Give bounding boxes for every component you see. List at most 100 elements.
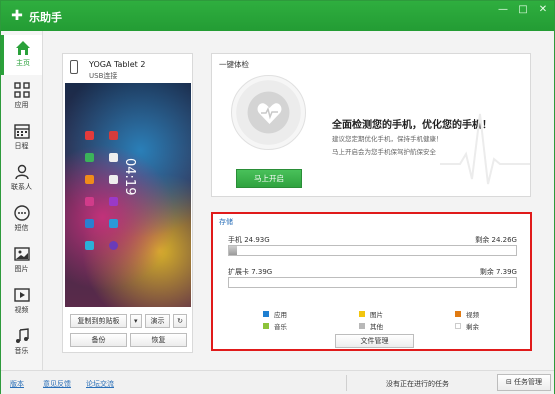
legend-item: 图片 — [359, 309, 383, 319]
storage-panel: 存储 手机 24.93G 剩余 24.26G 扩展卡 7.39G 剩余 7.39… — [211, 212, 532, 351]
legend-swatch — [263, 323, 269, 329]
device-backup-row: 备份 恢复 — [70, 333, 187, 347]
divider — [346, 375, 347, 391]
connection-status: USB连接 — [89, 72, 118, 80]
task-icon: ⊟ — [505, 378, 515, 386]
app-icon — [109, 197, 118, 206]
legend-swatch — [455, 323, 461, 329]
apps-grid-icon — [13, 82, 30, 98]
forum-link[interactable]: 论坛交流 — [86, 379, 114, 389]
refresh-button[interactable]: ↻ — [173, 314, 187, 328]
legend-swatch — [263, 311, 269, 317]
task-status: 没有正在进行的任务 — [386, 380, 449, 388]
copy-to-clipboard-button[interactable]: 复制到剪贴板 — [70, 314, 127, 328]
phone-storage-remaining: 剩余 24.26G — [475, 236, 517, 244]
health-check-panel: 一键体检 马上开启 全面检测您的手机，优化您的手机！ 建议您定期优化手机，保持手… — [211, 53, 531, 197]
bottom-bar: 版本 意见反馈 论坛交流 没有正在进行的任务 ⊟ 任务管理 — [1, 370, 554, 394]
device-name: YOGA Tablet 2 — [89, 60, 146, 69]
start-check-button[interactable]: 马上开启 — [236, 169, 302, 188]
backup-button[interactable]: 备份 — [70, 333, 127, 347]
task-manager-label: 任务管理 — [514, 378, 543, 386]
sidebar-item-label: 联系人 — [11, 183, 32, 191]
app-icon — [85, 175, 94, 184]
sidebar-item-home[interactable]: 主页 — [1, 35, 42, 75]
health-check-title: 一键体检 — [219, 60, 249, 69]
sms-bubble-icon — [13, 205, 30, 221]
sidebar-item-label: 短信 — [14, 224, 29, 232]
legend-item: 视频 — [455, 309, 479, 319]
app-icon — [85, 153, 94, 162]
feedback-link[interactable]: 意见反馈 — [43, 379, 71, 389]
ecg-decoration — [440, 113, 530, 185]
device-screen-preview[interactable]: 04:19 — [65, 83, 191, 307]
health-check-tip: 马上开启会为您手机保驾护航保安全 — [332, 148, 436, 156]
app-icon — [109, 219, 118, 228]
phone-icon — [70, 60, 78, 74]
sidebar: 主页 应用 日程 联系人 短信 图片 视频 音乐 — [1, 31, 43, 370]
task-manager-button[interactable]: ⊟ 任务管理 — [497, 374, 551, 391]
minimize-button[interactable]: — — [498, 5, 508, 15]
calendar-icon — [13, 124, 30, 139]
app-icon — [85, 219, 94, 228]
app-icon — [109, 175, 118, 184]
contact-icon — [14, 164, 29, 180]
phone-storage-label: 手机 24.93G — [228, 236, 270, 244]
sidebar-item-music[interactable]: 音乐 — [1, 323, 42, 363]
close-button[interactable]: ✕ — [538, 5, 548, 15]
app-icon — [109, 241, 118, 250]
picture-icon — [13, 247, 30, 261]
maximize-button[interactable]: □ — [518, 5, 528, 15]
heart-pulse-icon — [257, 103, 282, 124]
sidebar-item-contacts[interactable]: 联系人 — [1, 159, 42, 199]
sidebar-item-video[interactable]: 视频 — [1, 282, 42, 322]
legend-swatch — [359, 311, 365, 317]
health-ring — [231, 75, 306, 150]
legend-item: 其他 — [359, 321, 383, 331]
sidebar-item-calendar[interactable]: 日程 — [1, 118, 42, 158]
health-check-tip: 建议您定期优化手机，保持手机健康！ — [332, 135, 443, 143]
legend-label: 其他 — [370, 323, 383, 331]
app-icon — [85, 131, 94, 140]
demo-button[interactable]: 演示 — [144, 314, 171, 328]
app-window: ✚ 乐助手 — □ ✕ 主页 应用 日程 联系人 短信 图片 视频 音乐 YOG… — [0, 0, 555, 394]
phone-storage-fill — [229, 246, 237, 255]
sidebar-item-apps[interactable]: 应用 — [1, 77, 42, 117]
sidebar-item-label: 主页 — [16, 59, 30, 67]
legend-label: 视频 — [466, 311, 479, 319]
sidebar-item-label: 视频 — [14, 306, 29, 314]
sidebar-item-label: 日程 — [14, 142, 29, 150]
legend-label: 剩余 — [466, 323, 479, 331]
storage-title: 存储 — [219, 218, 233, 226]
app-title: 乐助手 — [29, 11, 62, 24]
legend-label: 应用 — [274, 311, 287, 319]
sdcard-storage-remaining: 剩余 7.39G — [479, 268, 517, 276]
copy-dropdown-button[interactable]: ▾ — [129, 314, 142, 328]
app-icon — [109, 131, 118, 140]
sdcard-storage-label: 扩展卡 7.39G — [228, 268, 273, 276]
legend-item: 应用 — [263, 309, 287, 319]
restore-button[interactable]: 恢复 — [130, 333, 187, 347]
sidebar-item-label: 应用 — [14, 101, 29, 109]
legend-label: 图片 — [370, 311, 383, 319]
home-icon — [16, 41, 30, 55]
device-action-row: 复制到剪贴板 ▾ 演示 ↻ — [70, 314, 187, 328]
video-icon — [13, 288, 30, 302]
sidebar-item-sms[interactable]: 短信 — [1, 200, 42, 240]
legend-label: 音乐 — [274, 323, 287, 331]
window-controls: — □ ✕ — [498, 5, 548, 15]
legend-swatch — [455, 311, 461, 317]
phone-storage-bar — [228, 245, 517, 256]
music-note-icon — [15, 328, 29, 343]
file-manager-button[interactable]: 文件管理 — [335, 334, 414, 348]
app-icon — [109, 153, 118, 162]
legend-swatch — [359, 323, 365, 329]
title-bar: ✚ 乐助手 — □ ✕ — [1, 1, 554, 31]
device-clock: 04:19 — [122, 158, 137, 196]
sdcard-storage-bar — [228, 277, 517, 288]
legend-item: 剩余 — [455, 321, 479, 331]
legend-item: 音乐 — [263, 321, 287, 331]
app-icon — [85, 197, 94, 206]
sidebar-item-pictures[interactable]: 图片 — [1, 241, 42, 281]
app-logo-icon: ✚ — [11, 8, 23, 24]
version-link[interactable]: 版本 — [10, 379, 24, 389]
